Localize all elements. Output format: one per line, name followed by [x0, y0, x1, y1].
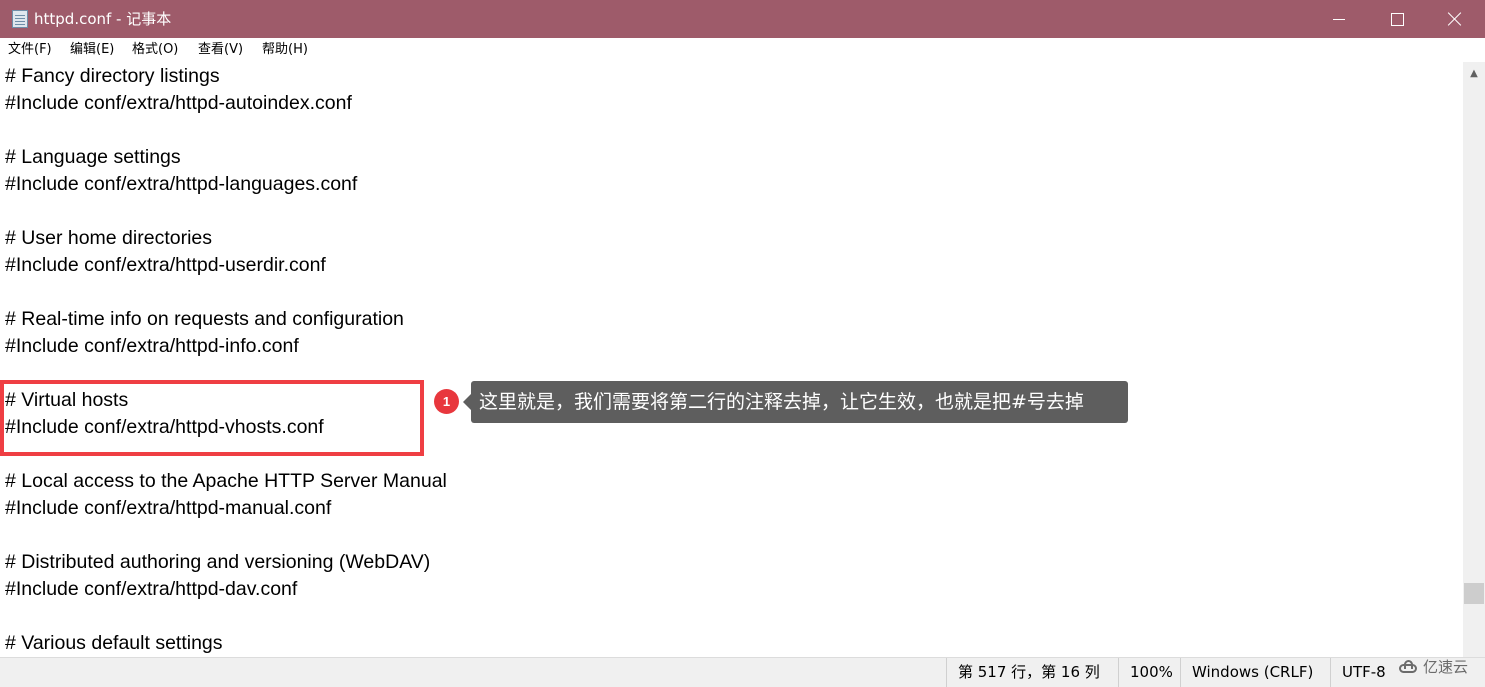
- menu-format[interactable]: 格式(O): [132, 38, 178, 62]
- scroll-up-icon[interactable]: ▲: [1463, 62, 1485, 84]
- menu-bar: 文件(F) 编辑(E) 格式(O) 查看(V) 帮助(H): [0, 38, 1485, 62]
- text-line[interactable]: # Fancy directory listings: [5, 63, 220, 90]
- close-icon: [1447, 11, 1463, 27]
- maximize-icon: [1390, 12, 1404, 26]
- text-line[interactable]: #Include conf/extra/httpd-manual.conf: [5, 495, 331, 522]
- status-bar: 第 517 行，第 16 列 100% Windows (CRLF) UTF-8: [0, 657, 1485, 687]
- menu-edit[interactable]: 编辑(E): [70, 38, 114, 62]
- text-line[interactable]: # Language settings: [5, 144, 181, 171]
- scrollbar-thumb[interactable]: [1464, 583, 1484, 604]
- text-line[interactable]: #Include conf/extra/httpd-autoindex.conf: [5, 90, 352, 117]
- minimize-icon: [1333, 18, 1345, 20]
- text-line[interactable]: #Include conf/extra/httpd-languages.conf: [5, 171, 357, 198]
- watermark: 亿速云: [1397, 655, 1468, 679]
- text-line[interactable]: #Include conf/extra/httpd-userdir.conf: [5, 252, 326, 279]
- text-line[interactable]: # Real-time info on requests and configu…: [5, 306, 404, 333]
- step-badge: 1: [434, 389, 459, 414]
- encoding: UTF-8: [1330, 658, 1390, 687]
- title-bar: httpd.conf - 记事本: [0, 0, 1485, 38]
- text-editor-area[interactable]: # Fancy directory listings #Include conf…: [0, 62, 1463, 657]
- text-line[interactable]: #Include conf/extra/httpd-info.conf: [5, 333, 299, 360]
- text-line[interactable]: # Various default settings: [5, 630, 223, 657]
- menu-help[interactable]: 帮助(H): [262, 38, 308, 62]
- cloud-icon: [1397, 660, 1419, 674]
- close-button[interactable]: [1426, 0, 1484, 38]
- text-line[interactable]: # User home directories: [5, 225, 212, 252]
- text-line[interactable]: # Distributed authoring and versioning (…: [5, 549, 430, 576]
- text-line[interactable]: #Include conf/extra/httpd-dav.conf: [5, 576, 297, 603]
- menu-file[interactable]: 文件(F): [8, 38, 52, 62]
- watermark-text: 亿速云: [1423, 658, 1469, 676]
- zoom-level: 100%: [1118, 658, 1180, 687]
- annotation-callout: 这里就是，我们需要将第二行的注释去掉，让它生效，也就是把#号去掉: [463, 381, 1128, 423]
- text-line[interactable]: # Local access to the Apache HTTP Server…: [5, 468, 447, 495]
- maximize-button[interactable]: [1368, 0, 1426, 38]
- highlight-box: [0, 380, 424, 456]
- menu-view[interactable]: 查看(V): [198, 38, 243, 62]
- window-title: httpd.conf - 记事本: [34, 10, 172, 28]
- vertical-scrollbar[interactable]: ▲: [1463, 62, 1485, 657]
- line-ending: Windows (CRLF): [1180, 658, 1330, 687]
- minimize-button[interactable]: [1310, 0, 1368, 38]
- notepad-icon: [12, 10, 28, 28]
- cursor-position: 第 517 行，第 16 列: [946, 658, 1118, 687]
